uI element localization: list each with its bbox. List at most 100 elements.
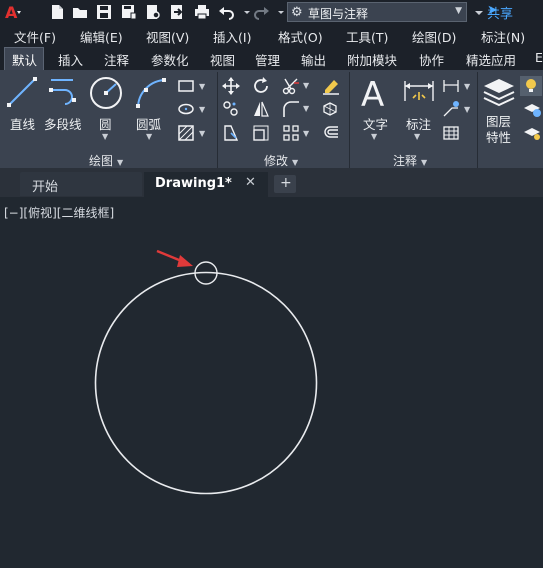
rectangle-tool-icon[interactable] (177, 78, 195, 94)
arc-tool-label[interactable]: 圆弧 (136, 114, 161, 133)
close-icon[interactable]: ✕ (245, 175, 256, 190)
panel-separator (349, 72, 350, 168)
menu-file[interactable]: 文件(F) (14, 27, 56, 46)
copy-icon[interactable] (222, 100, 240, 118)
menu-view[interactable]: 视图(V) (146, 27, 189, 46)
line-tool-label[interactable]: 直线 (10, 114, 35, 133)
fillet-icon[interactable] (282, 100, 300, 118)
drawing-area (94, 249, 318, 495)
explode-icon[interactable] (321, 100, 341, 118)
dimension-tool-icon[interactable] (402, 76, 436, 110)
ellipse-dropdown-icon[interactable]: ▼ (199, 105, 205, 114)
line-tool-icon[interactable] (6, 76, 38, 108)
open-folder-icon[interactable] (71, 3, 89, 21)
table-icon[interactable] (442, 124, 460, 142)
panel-separator (477, 72, 478, 168)
fillet-dropdown-icon[interactable]: ▼ (303, 104, 309, 113)
polyline-tool-icon[interactable] (48, 78, 82, 106)
menu-format[interactable]: 格式(O) (278, 27, 323, 46)
redo-dropdown-icon[interactable] (272, 3, 284, 21)
workspace-name: 草图与注释 (308, 7, 369, 21)
array-icon[interactable] (282, 124, 300, 142)
lightbulb-icon[interactable] (520, 76, 542, 96)
layer-state-icon[interactable] (522, 102, 542, 118)
circle-tool-label[interactable]: 圆 (99, 114, 112, 133)
circle-dropdown-icon[interactable]: ▼ (102, 132, 108, 141)
trim-icon[interactable] (282, 77, 300, 95)
ellipse-tool-icon[interactable] (177, 101, 195, 117)
workspace-dropdown-icon[interactable] (470, 3, 483, 21)
hatch-tool-icon[interactable] (177, 124, 195, 142)
scale-icon[interactable] (252, 124, 270, 142)
tab-start[interactable]: 开始 (20, 172, 142, 196)
tab-addins[interactable]: 附加模块 (347, 50, 397, 69)
tab-insert[interactable]: 插入 (58, 50, 83, 69)
red-arrow-icon (156, 249, 193, 267)
arc-dropdown-icon[interactable]: ▼ (146, 132, 152, 141)
workspace-selector[interactable]: ⚙ 草图与注释 ▼ (287, 2, 467, 22)
save-icon[interactable] (95, 3, 113, 21)
mirror-icon[interactable] (252, 100, 270, 118)
undo-dropdown-icon[interactable] (238, 3, 250, 21)
modify-panel-title[interactable]: 修改 ▼ (264, 152, 298, 169)
tab-drawing1[interactable]: Drawing1* ✕ (144, 172, 268, 197)
export-icon[interactable] (168, 3, 186, 21)
erase-icon[interactable] (321, 77, 341, 95)
arc-tool-icon[interactable] (134, 76, 168, 110)
leader-icon[interactable] (442, 100, 460, 118)
hatch-dropdown-icon[interactable]: ▼ (199, 129, 205, 138)
chevron-down-icon: ▼ (117, 158, 124, 167)
undo-icon[interactable] (218, 3, 236, 21)
move-icon[interactable] (222, 77, 240, 95)
rectangle-dropdown-icon[interactable]: ▼ (199, 82, 205, 91)
tab-drawing1-label: Drawing1* (155, 176, 232, 191)
menu-edit[interactable]: 编辑(E) (80, 27, 123, 46)
panel-separator (217, 72, 218, 168)
array-dropdown-icon[interactable]: ▼ (303, 129, 309, 138)
new-tab-button[interactable]: + (274, 175, 296, 193)
annotation-panel-title[interactable]: 注释 ▼ (393, 152, 427, 169)
text-tool-icon[interactable]: A (359, 74, 393, 110)
share-button[interactable]: ➤ 共享 (487, 3, 513, 22)
leader-dropdown-icon[interactable]: ▼ (464, 105, 470, 114)
plot-preview-icon[interactable] (144, 3, 162, 21)
menu-insert[interactable]: 插入(I) (213, 27, 251, 46)
tab-default[interactable]: 默认 (12, 50, 37, 69)
layer-match-icon[interactable] (522, 124, 542, 142)
layer-properties-icon[interactable] (482, 76, 516, 110)
tab-parametric[interactable]: 参数化 (151, 50, 189, 69)
tab-view[interactable]: 视图 (210, 50, 235, 69)
send-icon: ➤ (487, 3, 498, 18)
tab-collaborate[interactable]: 协作 (419, 50, 444, 69)
stretch-icon[interactable] (222, 124, 240, 142)
menu-tools[interactable]: 工具(T) (346, 27, 388, 46)
tab-manage[interactable]: 管理 (255, 50, 280, 69)
tab-overflow[interactable]: E (535, 50, 543, 65)
chevron-down-icon: ▼ (455, 6, 462, 16)
redo-icon[interactable] (252, 3, 270, 21)
print-icon[interactable] (193, 3, 211, 21)
chevron-down-icon: ▼ (292, 158, 299, 167)
save-as-icon[interactable] (120, 3, 138, 21)
linear-dim-icon[interactable] (442, 77, 460, 95)
trim-dropdown-icon[interactable]: ▼ (303, 81, 309, 90)
polyline-tool-label[interactable]: 多段线 (44, 114, 82, 133)
autocad-app-icon[interactable]: A (4, 3, 22, 21)
draw-panel-title[interactable]: 绘图 ▼ (89, 152, 123, 169)
text-dropdown-icon[interactable]: ▼ (371, 132, 377, 141)
circle-tool-icon[interactable] (89, 76, 123, 110)
menu-draw[interactable]: 绘图(D) (412, 27, 456, 46)
new-file-icon[interactable] (48, 3, 66, 21)
rotate-icon[interactable] (252, 77, 270, 95)
dimension-tool-label[interactable]: 标注 (406, 114, 431, 133)
tab-featured-apps[interactable]: 精选应用 (466, 50, 516, 69)
menu-dimension[interactable]: 标注(N) (481, 27, 525, 46)
large-circle[interactable] (94, 271, 318, 495)
offset-icon[interactable] (321, 124, 341, 142)
layer-properties-label[interactable]: 图层 特性 (486, 114, 511, 146)
linear-dim-dropdown-icon[interactable]: ▼ (464, 82, 470, 91)
text-tool-label[interactable]: 文字 (363, 114, 388, 133)
tab-output[interactable]: 输出 (301, 50, 326, 69)
dimension-dropdown-icon[interactable]: ▼ (414, 132, 420, 141)
tab-annotate[interactable]: 注释 (104, 50, 129, 69)
